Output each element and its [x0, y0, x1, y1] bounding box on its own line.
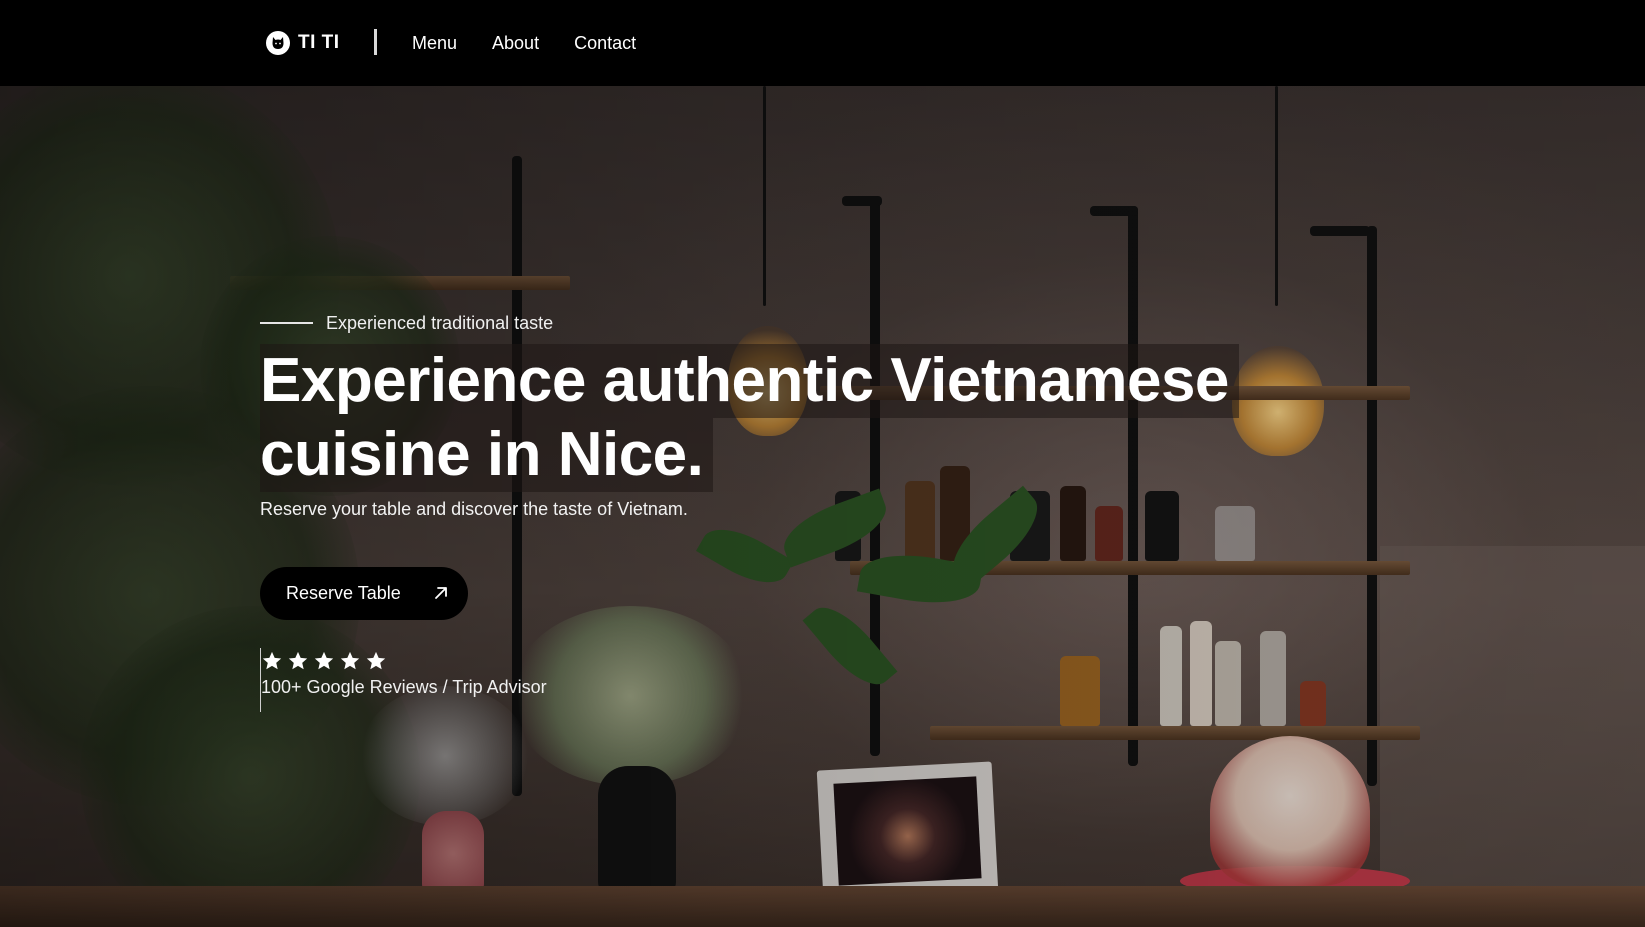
star-icon — [288, 651, 308, 670]
reviews-text: 100+ Google Reviews / Trip Advisor — [261, 677, 547, 697]
headline-line-2: cuisine in Nice. — [260, 418, 714, 492]
nav-link-about[interactable]: About — [492, 31, 539, 55]
star-icon — [262, 651, 282, 670]
rating-block: 100+ Google Reviews / Trip Advisor — [260, 648, 547, 712]
reserve-table-label: Reserve Table — [286, 583, 401, 603]
hero-subtitle: Reserve your table and discover the tast… — [260, 499, 688, 519]
logo-link[interactable]: TI TI — [266, 30, 340, 56]
reserve-table-button[interactable]: Reserve Table — [260, 567, 468, 620]
nav-link-contact[interactable]: Contact — [574, 31, 636, 55]
eyebrow-line — [260, 322, 313, 324]
hero-eyebrow: Experienced traditional taste — [260, 311, 553, 335]
star-icon — [314, 651, 334, 670]
logo-text: TI TI — [298, 32, 340, 53]
hero-headline: Experience authentic Vietnamese cuisine … — [260, 344, 1239, 492]
star-icon — [366, 651, 386, 670]
nav-link-menu[interactable]: Menu — [412, 31, 457, 55]
headline-line-1: Experience authentic Vietnamese — [260, 344, 1239, 418]
arrow-up-right-icon — [435, 587, 447, 599]
cat-face-icon — [266, 31, 290, 55]
page: TI TI Menu About Contact Experienced tra… — [0, 0, 1645, 927]
hero-content: Experienced traditional taste Experience… — [260, 86, 1460, 927]
main-nav: Menu About Contact — [412, 31, 636, 55]
nav-divider — [374, 29, 377, 55]
top-navbar: TI TI Menu About Contact — [0, 0, 1645, 86]
eyebrow-text: Experienced traditional taste — [326, 313, 554, 333]
star-icon — [340, 651, 360, 670]
star-rating — [261, 648, 547, 672]
